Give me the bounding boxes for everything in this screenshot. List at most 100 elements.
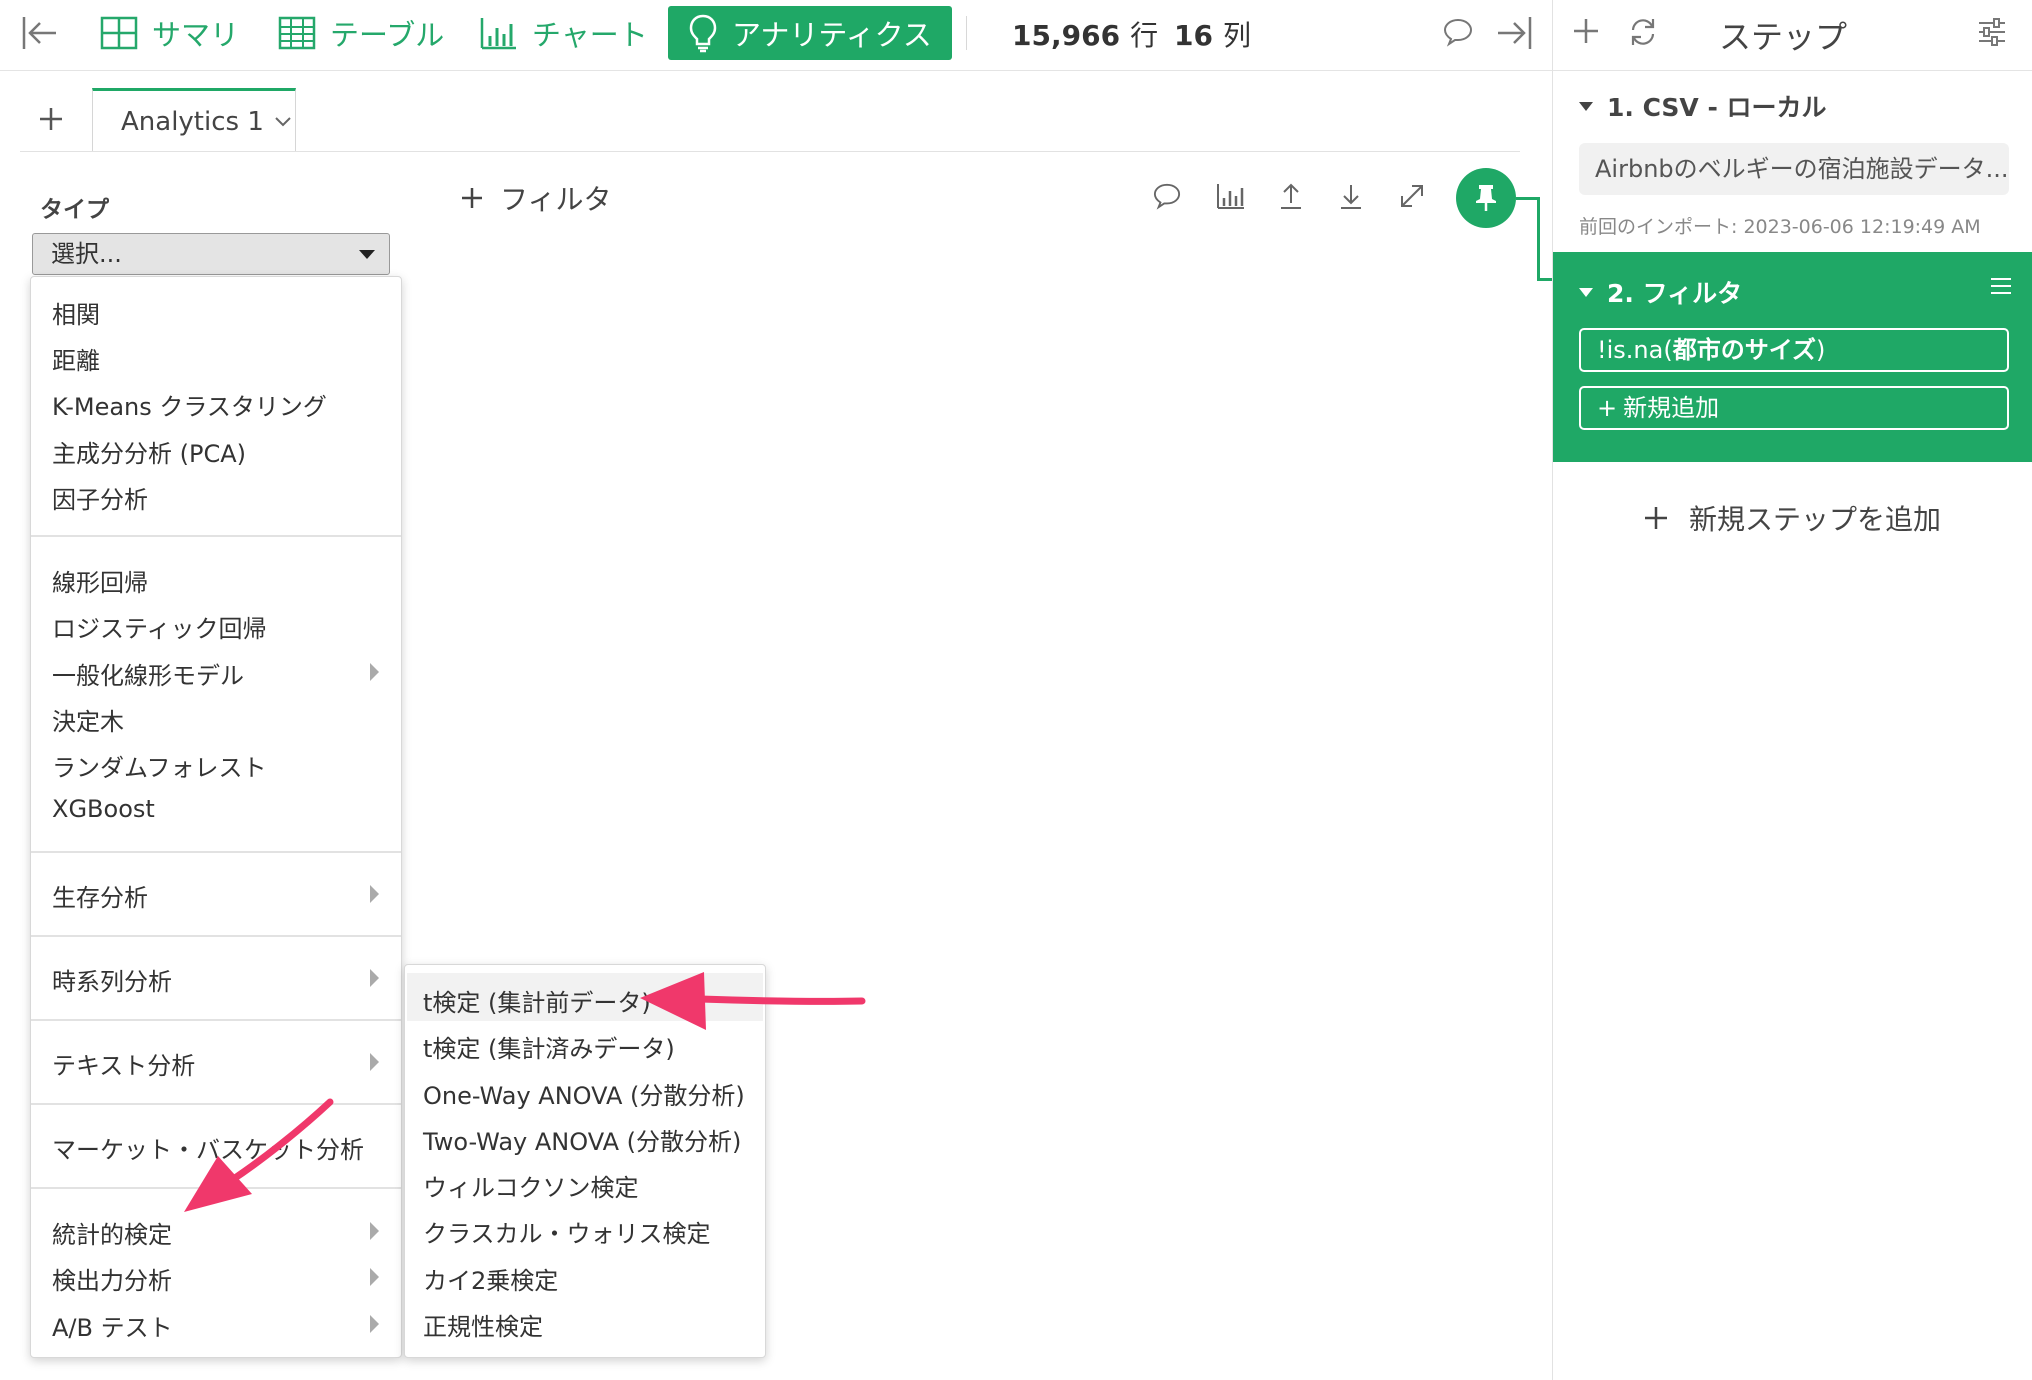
add-step-icon[interactable] xyxy=(1571,16,1601,50)
menu-item-factor-analysis[interactable]: 因子分析 xyxy=(52,480,148,515)
tab-analytics-label: アナリティクス xyxy=(732,18,932,52)
analytics-type-menu: 相関 距離 K-Means クラスタリング 主成分分析 (PCA) 因子分析 線… xyxy=(30,276,402,1358)
add-new-step-button[interactable]: 新規ステップを追加 xyxy=(1643,498,1941,538)
menu-item-logistic-regression[interactable]: ロジスティック回帰 xyxy=(52,609,267,644)
caret-down-icon xyxy=(1579,101,1593,111)
filter-condition-column: 都市のサイズ xyxy=(1672,336,1816,364)
caret-down-icon xyxy=(359,250,375,259)
toolbar-divider xyxy=(966,16,967,50)
summary-grid-icon xyxy=(100,16,138,50)
menu-item-text-analysis[interactable]: テキスト分析 xyxy=(52,1046,195,1081)
submenu-arrow-icon xyxy=(370,663,379,681)
submenu-item-wilcoxon[interactable]: ウィルコクソン検定 xyxy=(423,1168,639,1203)
menu-item-market-basket[interactable]: マーケット・バスケット分析 xyxy=(52,1130,364,1165)
tab-underline xyxy=(20,151,1520,152)
menu-item-power-analysis[interactable]: 検出力分析 xyxy=(52,1261,172,1296)
add-analytics-tab-button[interactable] xyxy=(38,100,64,141)
menu-item-xgboost[interactable]: XGBoost xyxy=(52,795,155,823)
menu-item-ab-test[interactable]: A/B テスト xyxy=(52,1308,173,1343)
step-2-filter[interactable]: 2. フィルタ !is.na(都市のサイズ) + 新規追加 xyxy=(1553,252,2032,462)
plus-icon xyxy=(40,108,62,130)
submenu-item-t-test-aggregated[interactable]: t検定 (集計済みデータ) xyxy=(423,1029,675,1064)
table-icon xyxy=(278,16,316,50)
collapse-left-icon[interactable] xyxy=(20,13,60,57)
step-2-title: 2. フィルタ xyxy=(1607,279,1743,308)
menu-item-decision-tree[interactable]: 決定木 xyxy=(52,702,124,737)
step-2-header[interactable]: 2. フィルタ xyxy=(1579,274,1742,310)
row-count: 15,966 行 xyxy=(1012,14,1158,54)
caret-down-icon xyxy=(1579,287,1593,297)
download-icon[interactable] xyxy=(1338,182,1364,214)
hamburger-menu-icon[interactable] xyxy=(1989,276,2013,300)
submenu-arrow-icon xyxy=(370,1315,379,1333)
submenu-arrow-icon xyxy=(370,969,379,987)
lightbulb-icon xyxy=(689,14,717,53)
plus-icon xyxy=(1645,507,1667,529)
submenu-item-two-way-anova[interactable]: Two-Way ANOVA (分散分析) xyxy=(423,1122,741,1157)
pin-button[interactable] xyxy=(1456,168,1516,228)
add-filter-label: フィルタ xyxy=(500,183,612,216)
steps-panel-header: ステップ xyxy=(1553,0,2032,71)
menu-item-correlation[interactable]: 相関 xyxy=(52,295,100,330)
top-toolbar: サマリ テーブル チャート アナリティクス 15,966 行 16 列 xyxy=(0,0,1552,71)
submenu-item-one-way-anova[interactable]: One-Way ANOVA (分散分析) xyxy=(423,1076,745,1111)
type-select[interactable]: 選択... xyxy=(32,233,390,275)
filter-condition-prefix: !is.na( xyxy=(1597,336,1673,364)
submenu-item-normality[interactable]: 正規性検定 xyxy=(423,1307,543,1342)
row-count-value: 15,966 xyxy=(1012,19,1121,52)
settings-sliders-icon[interactable] xyxy=(1977,18,2007,50)
type-label: タイプ xyxy=(40,197,109,223)
tab-analytics-1[interactable]: Analytics 1 xyxy=(92,88,296,152)
submenu-arrow-icon xyxy=(370,1222,379,1240)
menu-item-statistical-test[interactable]: 統計的検定 xyxy=(52,1215,172,1250)
bar-chart-icon xyxy=(480,18,516,50)
tab-table-label: テーブル xyxy=(330,18,445,52)
comment-icon[interactable] xyxy=(1152,182,1182,214)
steps-title: ステップ xyxy=(1719,18,1848,56)
add-filter-condition-button[interactable]: + 新規追加 xyxy=(1579,386,2009,430)
menu-item-survival-analysis[interactable]: 生存分析 xyxy=(52,878,148,913)
chart-icon[interactable] xyxy=(1216,182,1246,214)
tab-analytics[interactable]: アナリティクス xyxy=(668,6,952,60)
tab-summary-label: サマリ xyxy=(152,18,240,52)
column-count-unit: 列 xyxy=(1222,19,1251,52)
menu-item-time-series[interactable]: 時系列分析 xyxy=(52,962,172,997)
menu-divider xyxy=(31,1019,401,1021)
step-connector xyxy=(1537,197,1540,281)
tab-summary[interactable]: サマリ xyxy=(100,6,239,60)
type-select-value: 選択... xyxy=(51,240,122,268)
submenu-arrow-icon xyxy=(370,1268,379,1286)
menu-divider xyxy=(31,1187,401,1189)
tab-chart[interactable]: チャート xyxy=(480,6,648,60)
menu-item-kmeans[interactable]: K-Means クラスタリング xyxy=(52,387,327,422)
column-count-value: 16 xyxy=(1174,19,1213,52)
menu-item-random-forest[interactable]: ランダムフォレスト xyxy=(52,748,267,783)
row-count-unit: 行 xyxy=(1130,19,1159,52)
submenu-arrow-icon xyxy=(370,1053,379,1071)
menu-divider xyxy=(31,535,401,537)
tab-chart-label: チャート xyxy=(532,18,648,52)
refresh-icon[interactable] xyxy=(1627,16,1659,52)
submenu-item-t-test-raw[interactable]: t検定 (集計前データ) xyxy=(423,983,651,1018)
collapse-right-icon[interactable] xyxy=(1494,13,1534,57)
steps-panel: ステップ 1. CSV - ローカル Airbnbのベルギーの宿泊施設データ..… xyxy=(1552,0,2032,1380)
pin-icon xyxy=(1476,185,1496,211)
tab-table[interactable]: テーブル xyxy=(278,6,444,60)
submenu-item-chi-square[interactable]: カイ2乗検定 xyxy=(423,1261,558,1296)
add-new-label: 新規追加 xyxy=(1623,394,1720,422)
menu-item-linear-regression[interactable]: 線形回帰 xyxy=(52,563,148,598)
export-icon[interactable] xyxy=(1278,182,1304,214)
filter-condition-item[interactable]: !is.na(都市のサイズ) xyxy=(1579,328,2009,372)
step-1-header[interactable]: 1. CSV - ローカル xyxy=(1579,88,1827,124)
comment-icon[interactable] xyxy=(1442,17,1474,51)
add-filter-button[interactable]: フィルタ xyxy=(460,178,611,218)
menu-item-distance[interactable]: 距離 xyxy=(52,341,100,376)
menu-item-pca[interactable]: 主成分分析 (PCA) xyxy=(52,434,246,469)
add-new-step-label: 新規ステップを追加 xyxy=(1689,503,1942,536)
filter-condition-suffix: ) xyxy=(1815,336,1826,364)
step-1-source[interactable]: Airbnbのベルギーの宿泊施設データ... xyxy=(1579,143,2009,195)
step-1-import-time: 前回のインポート: 2023-06-06 12:19:49 AM xyxy=(1579,216,1981,238)
expand-icon[interactable] xyxy=(1398,182,1426,214)
submenu-item-kruskal-wallis[interactable]: クラスカル・ウォリス検定 xyxy=(423,1214,711,1249)
menu-item-glm[interactable]: 一般化線形モデル xyxy=(52,656,244,691)
